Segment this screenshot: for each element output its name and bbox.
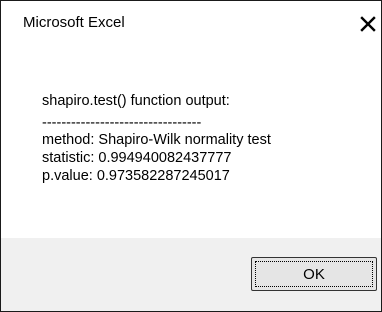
- title-bar[interactable]: Microsoft Excel: [1, 1, 381, 45]
- message-heading: shapiro.test() function output:: [42, 93, 230, 109]
- button-bar: OK: [1, 238, 381, 311]
- message-p-value: p.value: 0.973582287245017: [42, 168, 230, 184]
- close-button[interactable]: [353, 9, 381, 37]
- close-x-icon: [360, 16, 376, 32]
- message-statistic: statistic: 0.994940082437777: [42, 150, 232, 166]
- message-separator: ---------------------------------: [42, 115, 202, 131]
- message-area: shapiro.test() function output: --------…: [1, 45, 381, 237]
- message-box-dialog: Microsoft Excel shapiro.test() function …: [0, 0, 382, 312]
- ok-button[interactable]: OK: [251, 257, 377, 291]
- ok-button-label: OK: [255, 261, 373, 287]
- window-title: Microsoft Excel: [23, 14, 125, 31]
- message-method: method: Shapiro-Wilk normality test: [42, 132, 271, 148]
